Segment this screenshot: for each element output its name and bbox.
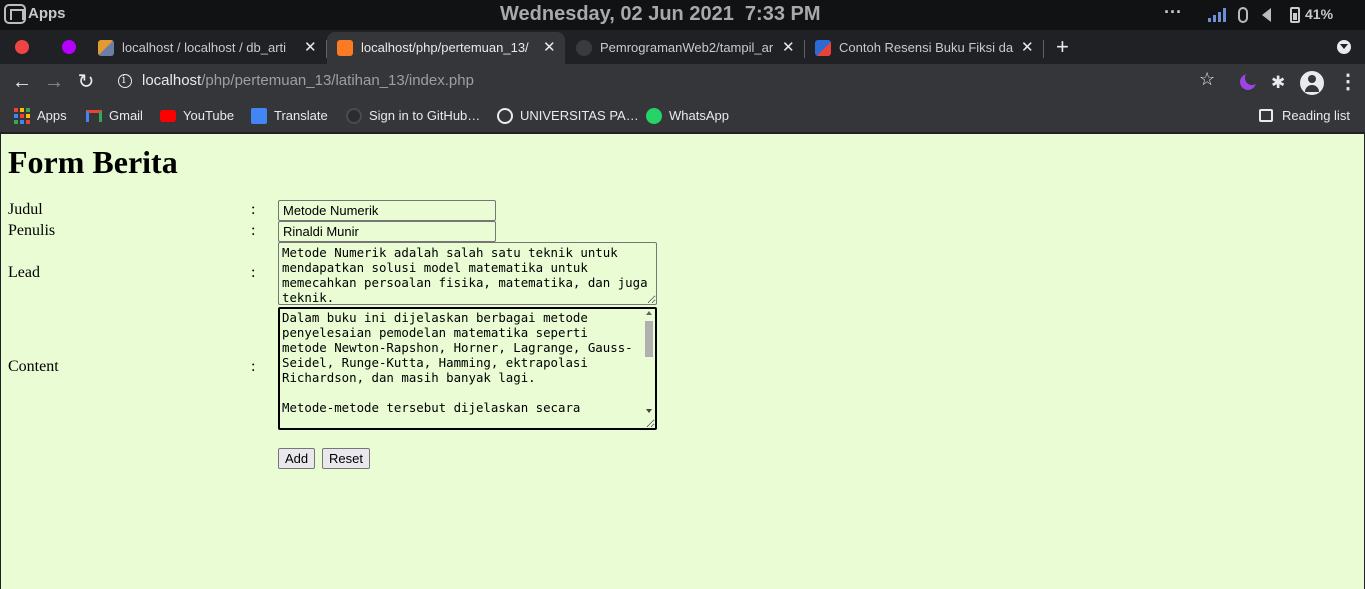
dark-mode-extension-icon[interactable]	[1240, 71, 1259, 90]
tab-strip: localhost / localhost / db_arti ✕ localh…	[0, 30, 1365, 64]
volume-icon[interactable]	[1262, 8, 1271, 22]
browser-toolbar: ← → ↻ localhost/php/pertemuan_13/latihan…	[0, 64, 1365, 100]
scroll-up-icon[interactable]	[646, 311, 652, 315]
tab-close-icon[interactable]: ✕	[1021, 38, 1034, 56]
content-textarea[interactable]: Dalam buku ini dijelaskan berbagai metod…	[278, 307, 657, 430]
github-icon	[576, 40, 592, 56]
site-info-icon[interactable]	[118, 73, 132, 88]
whatsapp-icon	[646, 108, 662, 124]
judul-input[interactable]	[278, 200, 496, 221]
xampp-icon	[337, 40, 353, 56]
add-button[interactable]: Add	[278, 448, 316, 469]
reset-button[interactable]: Reset	[322, 448, 370, 469]
tab-title: PemrogramanWeb2/tampil_ar	[600, 40, 774, 55]
os-more-icon[interactable]: ···	[1164, 2, 1182, 23]
reload-icon[interactable]: ↻	[74, 70, 98, 94]
scroll-down-icon[interactable]	[646, 409, 652, 413]
os-apps-menu[interactable]: Apps	[28, 5, 66, 22]
phpmyadmin-icon	[98, 40, 114, 56]
tab-search-icon[interactable]	[1337, 40, 1351, 54]
blog-icon	[815, 40, 831, 56]
os-clock[interactable]: Wednesday, 02 Jun 2021 7:33 PM	[500, 3, 821, 26]
content-label: Content	[8, 358, 59, 375]
reading-list-icon	[1259, 109, 1273, 122]
address-url[interactable]: localhost/php/pertemuan_13/latihan_13/in…	[142, 72, 474, 89]
tab-active-latihan[interactable]: localhost/php/pertemuan_13/ ✕	[327, 32, 565, 64]
page-content: Form Berita Judul : Penulis : Lead : Met…	[1, 134, 1364, 589]
close-window-icon[interactable]	[15, 40, 29, 54]
gmail-icon	[86, 110, 102, 122]
tab-title: localhost/php/pertemuan_13/	[361, 40, 529, 55]
penulis-colon: :	[251, 222, 256, 239]
scroll-thumb[interactable]	[645, 321, 653, 357]
tab-close-icon[interactable]: ✕	[304, 38, 317, 56]
form-heading: Form Berita	[8, 144, 178, 180]
translate-icon	[251, 108, 267, 124]
browser-menu-icon[interactable]: ⋮	[1338, 69, 1358, 94]
extensions-icon[interactable]: ✱	[1271, 73, 1285, 93]
content-scrollbar[interactable]	[643, 309, 655, 415]
address-bar[interactable]: localhost/php/pertemuan_13/latihan_13/in…	[110, 68, 1230, 96]
penulis-input[interactable]	[278, 221, 496, 242]
network-signal-icon[interactable]	[1208, 8, 1226, 22]
tab-resensi[interactable]: Contoh Resensi Buku Fiksi dan ✕	[805, 32, 1044, 64]
battery-percentage: 41%	[1305, 6, 1334, 22]
tab-github[interactable]: PemrogramanWeb2/tampil_ar ✕	[566, 32, 805, 64]
profile-avatar-icon[interactable]	[1300, 71, 1324, 95]
back-icon[interactable]: ←	[10, 70, 34, 94]
tab-title: Contoh Resensi Buku Fiksi dan	[839, 40, 1014, 55]
apps-grid-icon	[14, 108, 30, 124]
tab-close-icon[interactable]: ✕	[782, 38, 795, 56]
globe-icon	[497, 108, 513, 124]
battery-icon[interactable]	[1290, 7, 1300, 23]
lead-label: Lead	[8, 264, 40, 281]
tab-separator	[1043, 40, 1044, 58]
lead-textarea[interactable]: Metode Numerik adalah salah satu teknik …	[278, 242, 657, 305]
judul-colon: :	[251, 201, 256, 218]
linux-mint-logo-icon[interactable]	[4, 4, 26, 24]
tab-close-icon[interactable]: ✕	[543, 38, 556, 56]
bluetooth-icon[interactable]	[1238, 7, 1248, 23]
youtube-icon	[160, 110, 176, 122]
bookmark-star-icon[interactable]: ☆	[1199, 69, 1215, 90]
tab-group-icon[interactable]	[62, 40, 76, 54]
penulis-label: Penulis	[8, 222, 56, 239]
os-top-bar: Apps Wednesday, 02 Jun 2021 7:33 PM ··· …	[0, 0, 1365, 30]
github-icon	[346, 108, 362, 124]
new-tab-button[interactable]: +	[1056, 34, 1069, 60]
lead-colon: :	[251, 264, 256, 281]
content-colon: :	[251, 358, 256, 375]
tab-title: localhost / localhost / db_arti	[122, 40, 287, 55]
tab-phpmyadmin[interactable]: localhost / localhost / db_arti ✕	[88, 32, 327, 64]
bookmarks-bar: Apps Gmail YouTube Translate Sign in to …	[0, 100, 1365, 132]
judul-label: Judul	[8, 201, 43, 218]
forward-icon[interactable]: →	[42, 70, 66, 94]
